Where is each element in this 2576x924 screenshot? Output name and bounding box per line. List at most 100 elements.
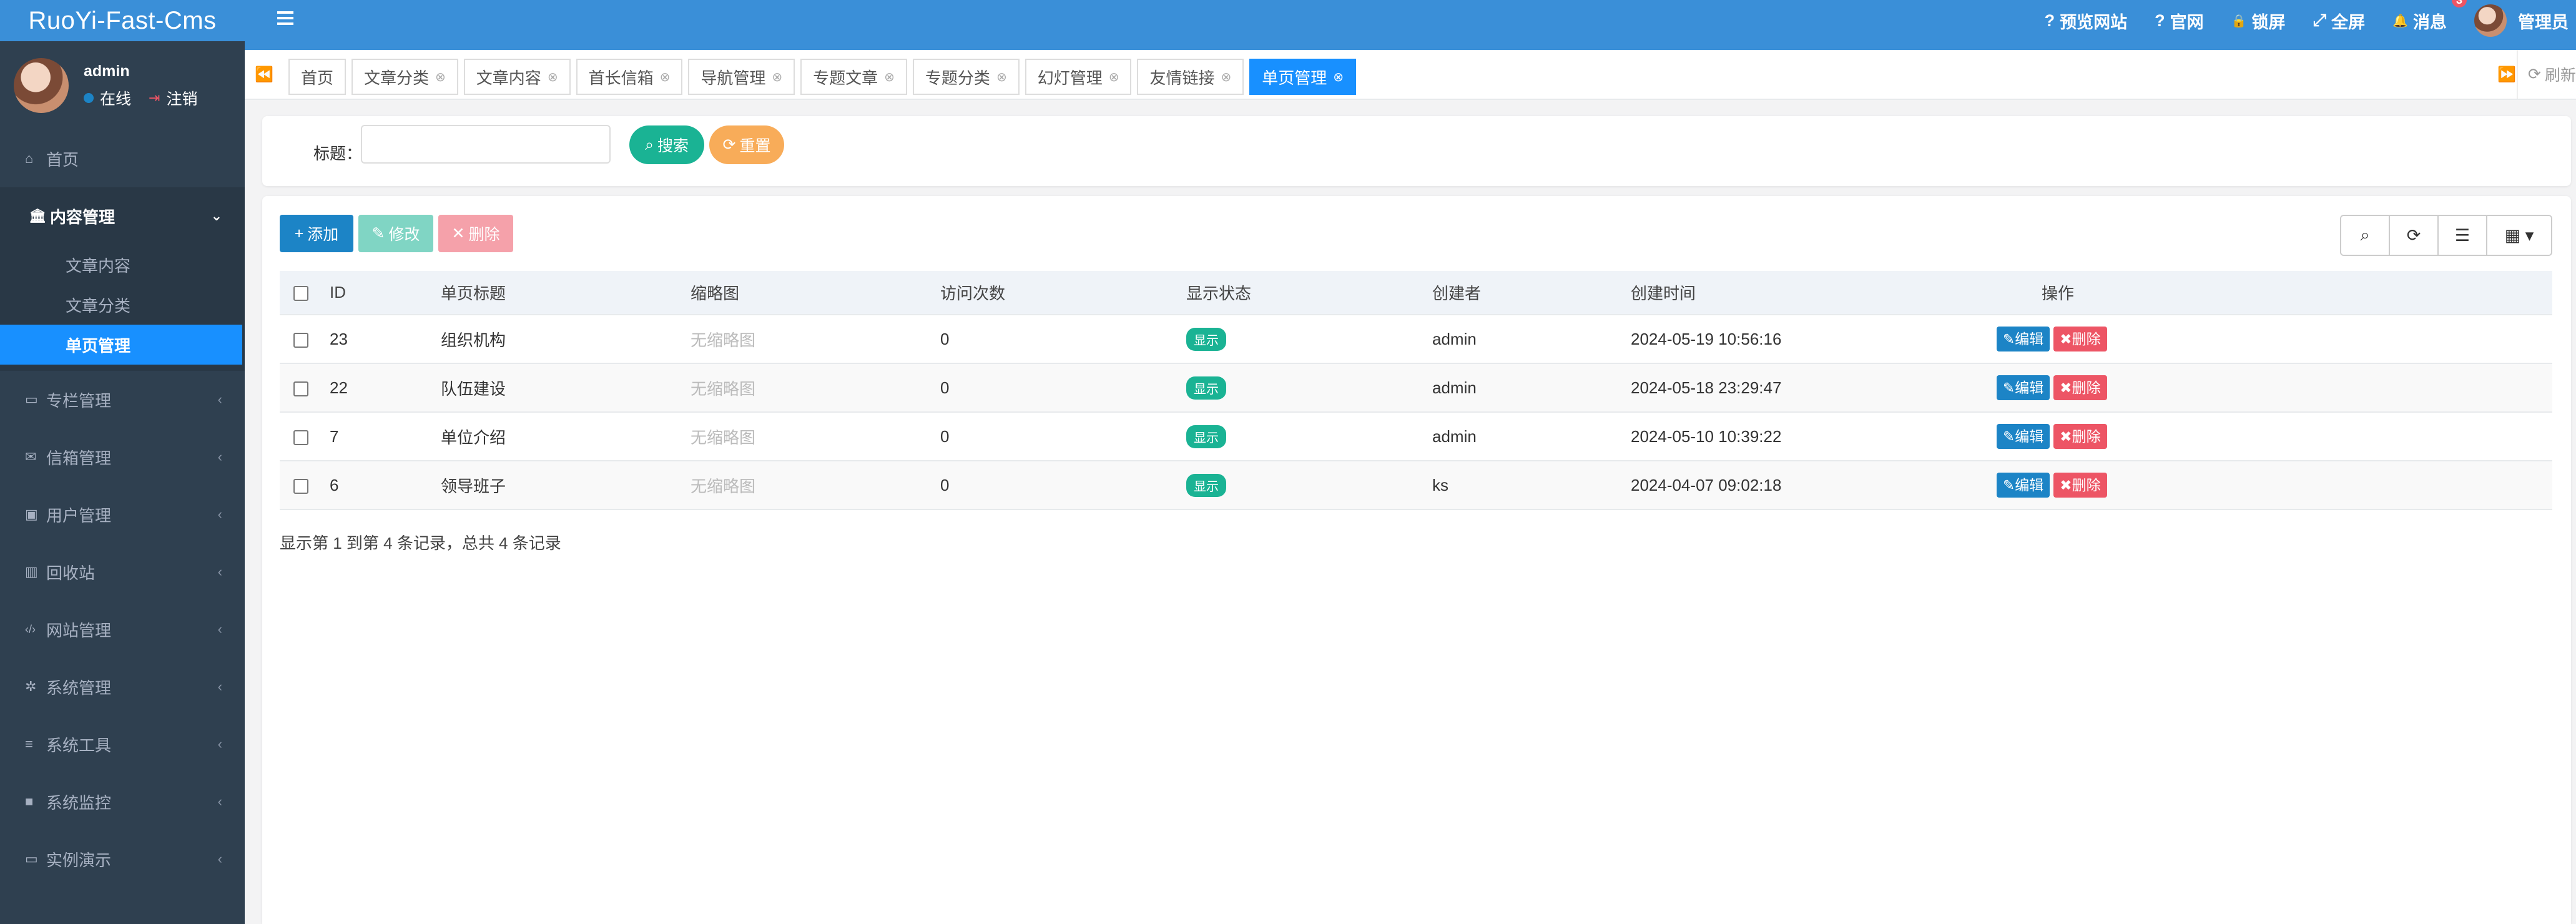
add-button[interactable]: + 添加: [280, 215, 353, 252]
refresh-table-button[interactable]: ⟳: [2390, 216, 2439, 255]
grid-icon: ▦ ▾: [2504, 225, 2534, 245]
close-icon[interactable]: ⊗: [884, 69, 895, 85]
row-delete-label: 删除: [2072, 331, 2101, 347]
edit-button[interactable]: ✎ 修改: [358, 215, 433, 252]
logout-link[interactable]: 注销: [166, 87, 197, 109]
table-row[interactable]: 22 队伍建设 无缩略图 0 显示 admin 2024-05-18 23:29…: [280, 363, 2552, 413]
refresh-icon: ⟳: [722, 136, 736, 154]
fullscreen-link[interactable]: ⤢ 全屏: [2313, 9, 2365, 33]
user-menu[interactable]: 管理员: [2518, 9, 2569, 33]
cell-visits: 0: [940, 461, 1186, 510]
column-header[interactable]: 单页标题: [441, 271, 691, 315]
table-row[interactable]: 7 单位介绍 无缩略图 0 显示 admin 2024-05-10 10:39:…: [280, 412, 2552, 461]
row-edit-button[interactable]: ✎编辑: [1997, 473, 2050, 498]
sidebar-item-website[interactable]: ‹/› 网站管理 ‹: [0, 601, 245, 658]
refresh-label: 刷新: [2544, 67, 2576, 84]
tab-friend-links[interactable]: 友情链接 ⊗: [1137, 59, 1244, 95]
column-header[interactable]: 创建时间: [1631, 271, 1978, 315]
column-header[interactable]: 访问次数: [940, 271, 1186, 315]
row-checkbox[interactable]: [293, 478, 308, 494]
tab-navigation[interactable]: 导航管理 ⊗: [688, 59, 795, 95]
column-header[interactable]: 创建者: [1432, 271, 1631, 315]
preview-site-link[interactable]: ? 预览网站: [2045, 9, 2128, 33]
column-header[interactable]: 显示状态: [1186, 271, 1432, 315]
reset-button[interactable]: ⟳ 重置: [709, 125, 784, 164]
row-checkbox[interactable]: [293, 430, 308, 445]
avatar[interactable]: [2474, 4, 2507, 37]
cell-thumbnail: 无缩略图: [691, 363, 940, 413]
sidebar-item-home[interactable]: ⌂ 首页: [0, 130, 245, 187]
tab-home[interactable]: 首页: [288, 59, 347, 95]
tabs-scroll-left-icon[interactable]: ⏪: [245, 50, 283, 99]
close-icon[interactable]: ⊗: [772, 69, 782, 85]
search-button[interactable]: ⌕ 搜索: [629, 125, 704, 164]
column-header[interactable]: 缩略图: [691, 271, 940, 315]
close-icon[interactable]: ⊗: [435, 69, 446, 85]
tab-topic-categories[interactable]: 专题分类 ⊗: [912, 59, 1020, 95]
status-badge: 显示: [1186, 425, 1226, 448]
sidebar-item-tools[interactable]: ≡ 系统工具 ‹: [0, 715, 245, 773]
close-icon[interactable]: ⊗: [548, 69, 558, 85]
close-icon[interactable]: ⊗: [660, 69, 671, 85]
sidebar-item-content[interactable]: 🏛 内容管理 ⌄: [0, 187, 245, 245]
row-edit-button[interactable]: ✎编辑: [1997, 424, 2050, 449]
row-delete-button[interactable]: ✖删除: [2053, 327, 2107, 351]
lock-icon: 🔒: [2231, 14, 2247, 28]
messages-link[interactable]: 🔔 消息 3: [2392, 0, 2467, 33]
row-checkbox[interactable]: [293, 332, 308, 348]
sidebar-subitem-article-categories[interactable]: 文章分类: [0, 285, 245, 325]
plus-icon: +: [294, 224, 304, 242]
sidebar-item-mailbox[interactable]: ✉ 信箱管理 ‹: [0, 428, 245, 486]
close-icon[interactable]: ⊗: [996, 69, 1007, 85]
edit-icon: ✎: [371, 225, 385, 242]
row-edit-button[interactable]: ✎编辑: [1997, 375, 2050, 400]
row-delete-button[interactable]: ✖删除: [2053, 375, 2107, 400]
arrows-expand-icon: ⤢: [2313, 11, 2327, 29]
refresh-tab-button[interactable]: ⟳ 刷新: [2517, 50, 2576, 99]
row-delete-button[interactable]: ✖删除: [2053, 473, 2107, 498]
sidebar-subitem-single-pages[interactable]: 单页管理: [0, 325, 242, 365]
delete-button[interactable]: ✕ 删除: [438, 215, 513, 252]
row-edit-button[interactable]: ✎编辑: [1997, 327, 2050, 351]
close-icon[interactable]: ⊗: [1221, 69, 1232, 85]
table-row[interactable]: 6 领导班子 无缩略图 0 显示 ks 2024-04-07 09:02:18 …: [280, 461, 2552, 510]
row-delete-button[interactable]: ✖删除: [2053, 424, 2107, 449]
cell-title: 队伍建设: [441, 363, 691, 413]
title-filter-input[interactable]: [361, 125, 611, 164]
menu-toggle-icon[interactable]: [277, 11, 293, 25]
tab-articles[interactable]: 文章内容 ⊗: [463, 59, 571, 95]
logout-icon[interactable]: ⇥: [149, 90, 160, 106]
sidebar-item-system[interactable]: ✲ 系统管理 ‹: [0, 658, 245, 715]
chevron-left-icon: ‹: [217, 506, 222, 522]
sidebar-item-monitor[interactable]: ■ 系统监控 ‹: [0, 773, 245, 830]
columns-dropdown-button[interactable]: ▦ ▾: [2487, 216, 2551, 255]
table-row[interactable]: 23 组织机构 无缩略图 0 显示 admin 2024-05-19 10:56…: [280, 315, 2552, 364]
avatar[interactable]: [14, 58, 69, 113]
tab-single-pages[interactable]: 单页管理 ⊗: [1249, 59, 1357, 95]
refresh-icon: ⟳: [2528, 66, 2541, 83]
tab-topic-articles[interactable]: 专题文章 ⊗: [800, 59, 907, 95]
sidebar-item-recycle[interactable]: ▥ 回收站 ‹: [0, 543, 245, 601]
sidebar-item-demo[interactable]: ▭ 实例演示 ‹: [0, 830, 245, 888]
toggle-search-button[interactable]: ⌕: [2341, 216, 2390, 255]
close-icon[interactable]: ⊗: [1333, 69, 1344, 85]
close-icon[interactable]: ⊗: [1109, 69, 1119, 85]
toggle-view-button[interactable]: ☰: [2439, 216, 2487, 255]
top-link-label: 锁屏: [2251, 12, 2286, 32]
single-pages-table: ID 单页标题 缩略图 访问次数 显示状态 创建者 创建时间 操作 23 组织机…: [280, 271, 2552, 510]
sidebar-item-columns[interactable]: ▭ 专栏管理 ‹: [0, 371, 245, 428]
official-site-link[interactable]: ? 官网: [2155, 9, 2204, 33]
brand-logo[interactable]: RuoYi-Fast-Cms: [0, 0, 245, 41]
close-icon: ✖: [2060, 428, 2072, 445]
tab-mailbox[interactable]: 首长信箱 ⊗: [576, 59, 683, 95]
sidebar-subitem-articles[interactable]: 文章内容: [0, 245, 245, 285]
tab-slides[interactable]: 幻灯管理 ⊗: [1025, 59, 1132, 95]
select-all-checkbox[interactable]: [293, 286, 308, 302]
column-header[interactable]: ID: [330, 271, 441, 315]
row-checkbox[interactable]: [293, 381, 308, 396]
cell-id: 7: [330, 412, 441, 461]
lock-screen-link[interactable]: 🔒 锁屏: [2231, 9, 2286, 33]
sidebar-item-users[interactable]: ▣ 用户管理 ‹: [0, 486, 245, 543]
tab-article-categories[interactable]: 文章分类 ⊗: [351, 59, 458, 95]
sidebar-item-label: 回收站: [46, 563, 96, 582]
